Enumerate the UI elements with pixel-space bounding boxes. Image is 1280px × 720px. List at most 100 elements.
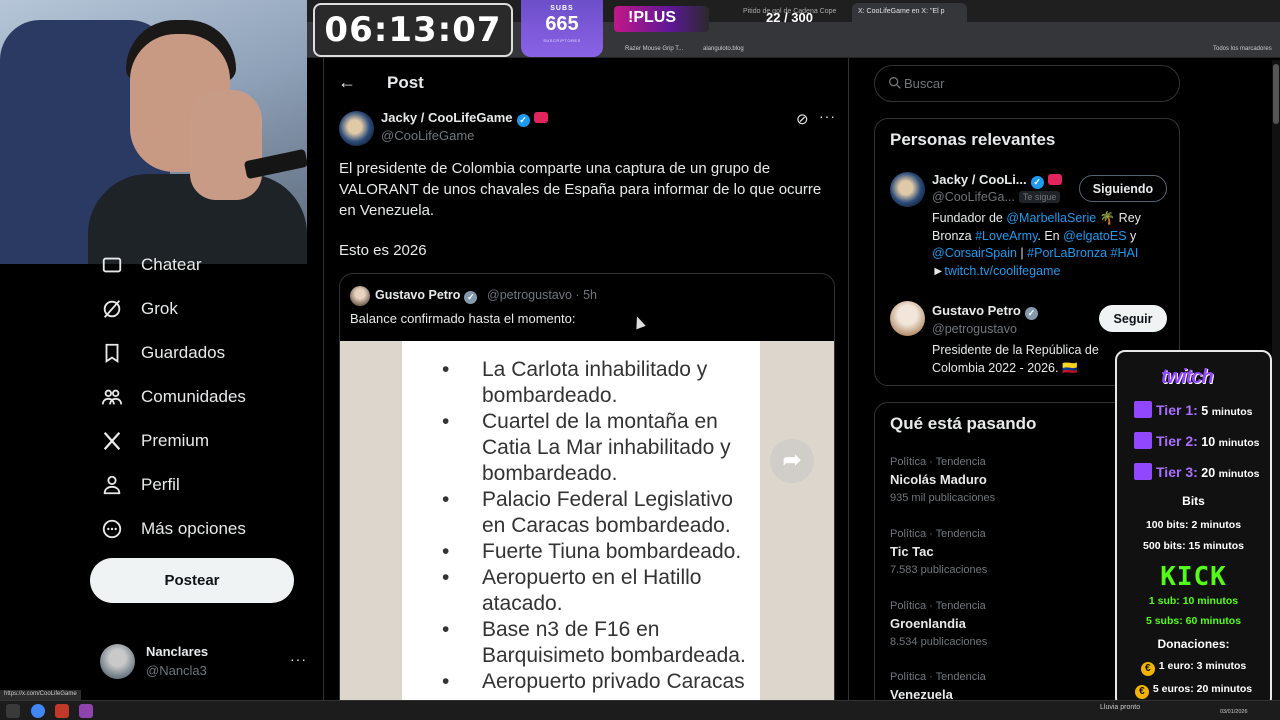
trend-meta: Política · Tendencia — [890, 600, 986, 612]
grok-icon — [100, 297, 124, 321]
app-icon[interactable] — [79, 704, 93, 718]
weather-status: Lluvia pronto — [1100, 704, 1141, 711]
tier-unit: minutos — [1218, 437, 1260, 449]
more-circle-icon — [100, 517, 124, 541]
following-button[interactable]: Siguiendo — [1079, 175, 1167, 202]
donations-title: Donaciones: — [1157, 637, 1230, 651]
bookmark-item[interactable]: alanguloto.blog — [703, 46, 744, 52]
bio-text: Fundador de — [932, 211, 1007, 225]
back-arrow-icon[interactable]: ← — [338, 72, 356, 93]
tier-value: 20 — [1201, 466, 1216, 480]
affiliate-badge-icon — [1047, 174, 1062, 185]
quote-image[interactable]: La Carlota inhabilitado y bombardeado. C… — [340, 341, 834, 708]
person-name-row[interactable]: Jacky / CooLi... ✓ — [932, 172, 1062, 189]
grok-explain-icon[interactable]: ⊘ — [796, 110, 809, 128]
image-list-item: Fuerte Tiuna bombardeado. — [442, 539, 760, 565]
browser-tab-active[interactable]: X: CooLifeGame en X: "El p — [852, 3, 967, 22]
stream-timer: 06:13:07 — [313, 3, 513, 57]
nav-item-chat[interactable]: Chatear — [100, 251, 201, 279]
trend-name[interactable]: Groenlandia — [890, 616, 966, 631]
person-avatar[interactable] — [890, 172, 925, 207]
nav-item-communities[interactable]: Comunidades — [100, 383, 246, 411]
bookmark-item[interactable]: Razer Mouse Grip T... — [625, 46, 683, 52]
nav-item-premium[interactable]: Premium — [100, 427, 209, 455]
bio-text: . En — [1037, 228, 1064, 243]
kick-row: 5 subs: 60 minutos — [1145, 615, 1242, 627]
tier-name: Tier 2: — [1156, 433, 1198, 449]
trend-name[interactable]: Tic Tac — [890, 544, 934, 559]
donation-text: 1 euro: 3 minutos — [1158, 660, 1247, 672]
relevant-people-title: Personas relevantes — [890, 130, 1056, 149]
bio-link[interactable]: #PorLaBronza — [1027, 246, 1107, 260]
obs-icon[interactable] — [55, 704, 69, 718]
person-avatar[interactable] — [890, 301, 925, 336]
stream-subathon-panel: twitch Tier 1: 5 minutos Tier 2: 10 minu… — [1115, 350, 1272, 708]
person-icon — [100, 473, 124, 497]
nav-label: Chatear — [141, 255, 202, 274]
bio-link[interactable]: @elgatoES — [1063, 229, 1126, 243]
image-paper: La Carlota inhabilitado y bombardeado. C… — [402, 341, 760, 708]
author-handle[interactable]: @CooLifeGame — [381, 128, 474, 143]
euro-coin-icon: € — [1134, 685, 1149, 699]
chrome-icon[interactable] — [31, 704, 45, 718]
nav-label: Guardados — [141, 343, 226, 362]
search-input[interactable]: Buscar — [874, 65, 1180, 102]
bio-link[interactable]: #LoveArmy — [975, 229, 1037, 243]
affiliate-badge-icon — [533, 112, 548, 123]
bio-link[interactable]: @MarbellaSerie — [1006, 211, 1096, 225]
forward-arrow-icon: ➦ — [770, 439, 814, 483]
donation-text: 5 euros: 20 minutos — [1152, 683, 1253, 695]
post-more-icon[interactable]: ··· — [819, 108, 836, 124]
nav-item-grok[interactable]: Grok — [100, 295, 178, 323]
nav-label: Más opciones — [141, 519, 246, 538]
account-more-button[interactable]: ··· — [290, 651, 307, 667]
bits-row: 500 bits: 15 minutos — [1143, 540, 1244, 552]
person-bio: Presidente de la República de Colombia 2… — [932, 343, 1099, 375]
nav-item-bookmarks[interactable]: Guardados — [100, 339, 225, 367]
person-name[interactable]: Jacky / CooLi... — [932, 172, 1027, 187]
author-avatar[interactable] — [339, 111, 374, 146]
author-name[interactable]: Jacky / CooLifeGame — [381, 110, 513, 125]
bio-link[interactable]: #HAI — [1111, 246, 1139, 260]
taskbar-date: 03/01/2026 — [1220, 709, 1248, 715]
person-name[interactable]: Gustavo Petro — [932, 303, 1021, 318]
quote-author-handle: @petrogustavo · 5h — [487, 288, 597, 302]
post-text-2: Esto es 2026 — [339, 242, 427, 259]
twitch-glitch-icon — [1134, 401, 1152, 418]
post-text: El presidente de Colombia comparte una c… — [339, 160, 822, 219]
streamer-hand — [190, 90, 262, 200]
nav-label: Comunidades — [141, 387, 246, 406]
communities-icon — [100, 385, 124, 409]
bio-link[interactable]: twitch.tv/coolifegame — [944, 264, 1060, 278]
trend-name[interactable]: Nicolás Maduro — [890, 472, 987, 487]
image-list-item: Aeropuerto privado Caracas — [442, 669, 760, 695]
start-menu-icon[interactable] — [6, 704, 20, 718]
nav-label: Premium — [141, 431, 210, 450]
image-background — [340, 341, 402, 708]
tier-row: Tier 3: 20 minutos — [1134, 463, 1259, 480]
nav-item-more[interactable]: Más opciones — [100, 515, 246, 543]
quoted-post[interactable]: Gustavo Petro ✓ @petrogustavo · 5h Balanc… — [339, 273, 835, 708]
nav-item-profile[interactable]: Perfil — [100, 471, 180, 499]
subs-label: SUBS — [550, 5, 574, 12]
post-button[interactable]: Postear — [90, 558, 294, 603]
bio-link[interactable]: @CorsairSpain — [932, 246, 1017, 260]
plus-badge: !PLUS — [614, 6, 709, 32]
quote-author-name: Gustavo Petro — [375, 288, 461, 302]
author-name-row[interactable]: Jacky / CooLifeGame ✓ — [381, 110, 548, 127]
search-placeholder: Buscar — [904, 76, 945, 91]
scrollbar-thumb[interactable] — [1273, 64, 1279, 124]
search-icon — [889, 77, 901, 89]
page-scrollbar[interactable] — [1272, 60, 1280, 710]
all-bookmarks[interactable]: Todos los marcadores — [1213, 46, 1272, 52]
trends-title: Qué está pasando — [890, 414, 1037, 433]
trend-count: 7.583 publicaciones — [890, 564, 988, 576]
kick-logo: KICK — [1160, 562, 1227, 592]
account-avatar[interactable] — [100, 644, 135, 679]
person-name-row[interactable]: Gustavo Petro ✓ — [932, 303, 1038, 320]
account-handle: @Nancla3 — [146, 663, 207, 678]
verified-badge-icon: ✓ — [516, 114, 530, 127]
bits-title: Bits — [1182, 494, 1205, 508]
account-name[interactable]: Nanclares — [146, 644, 208, 659]
follow-button[interactable]: Seguir — [1099, 305, 1167, 332]
